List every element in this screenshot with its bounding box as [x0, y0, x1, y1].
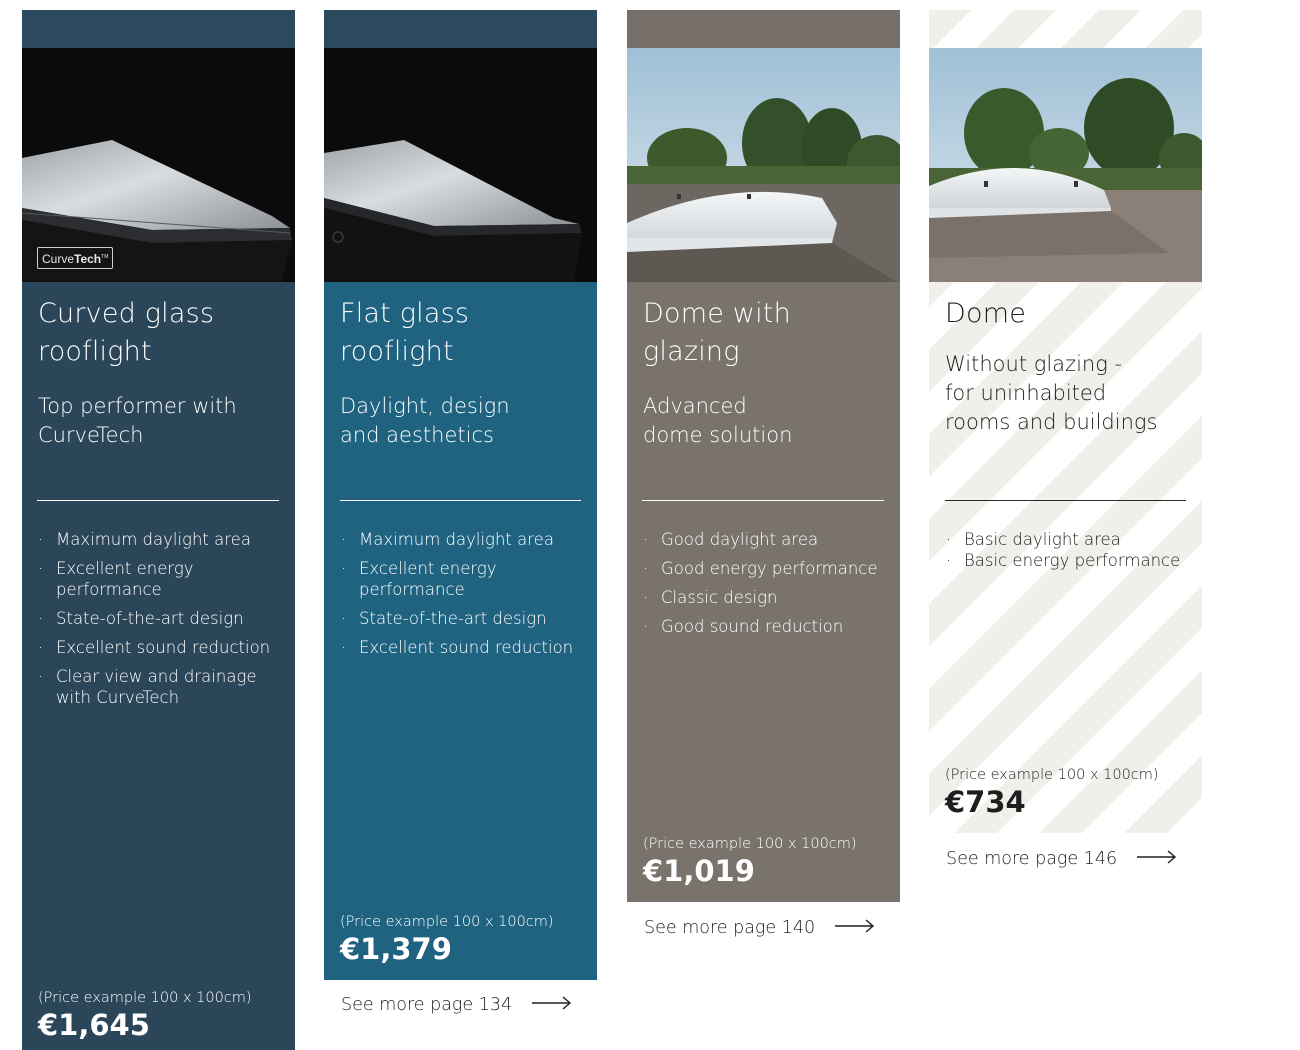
card-body: Dome Without glazing - for uninhabited r… — [929, 282, 1202, 833]
feature-item: Excellent sound reduction — [340, 637, 589, 658]
price-note: (Price example 100 x 100cm) — [945, 767, 1159, 783]
feature-item: State-of-the-art design — [340, 608, 589, 629]
arrow-right-icon — [532, 995, 572, 1015]
product-photo-dome-glazing — [627, 48, 900, 282]
product-column-curved-glass: CurveTechTM Curved glass rooflight Top p… — [22, 10, 295, 1050]
divider — [945, 500, 1186, 501]
feature-item: Good energy performance — [642, 558, 896, 579]
product-photo-flat-glass — [324, 48, 597, 282]
product-photo-curved-glass: CurveTechTM — [22, 48, 295, 282]
see-more-link[interactable]: See more page 134 — [341, 995, 572, 1015]
price-note: (Price example 100 x 100cm) — [38, 990, 252, 1006]
product-column-dome-glazing: Dome with glazing Advanced dome solution… — [627, 10, 900, 938]
product-title: Dome with glazing — [643, 298, 791, 367]
see-more-link[interactable]: See more page 146 — [946, 849, 1177, 869]
product-title: Dome — [945, 298, 1027, 329]
arrow-right-icon — [1137, 849, 1177, 869]
product-subtitle: Advanced dome solution — [643, 394, 793, 447]
feature-item: Classic design — [642, 587, 896, 608]
price-note: (Price example 100 x 100cm) — [340, 914, 554, 930]
feature-item: Good sound reduction — [642, 616, 896, 637]
feature-item: Clear view and drainage with CurveTech — [37, 666, 271, 708]
price-note: (Price example 100 x 100cm) — [643, 836, 857, 852]
product-card: Dome Without glazing - for uninhabited r… — [929, 10, 1202, 833]
product-title: Flat glass rooflight — [340, 298, 470, 367]
price: €1,645 — [38, 1008, 150, 1042]
product-subtitle: Top performer with CurveTech — [38, 394, 237, 447]
price: €734 — [945, 785, 1026, 819]
see-more-label: See more page 146 — [946, 849, 1118, 869]
card-body: Flat glass rooflight Daylight, design an… — [324, 282, 597, 980]
product-title: Curved glass rooflight — [38, 298, 215, 367]
product-card: CurveTechTM Curved glass rooflight Top p… — [22, 10, 295, 1050]
feature-item: Excellent energy performance — [37, 558, 226, 600]
see-more-link[interactable]: See more page 140 — [644, 918, 875, 938]
product-photo-dome — [929, 48, 1202, 282]
feature-list: Basic daylight area Basic energy perform… — [945, 529, 1198, 571]
curvetech-logo: CurveTechTM — [37, 247, 114, 269]
arrow-right-icon — [835, 918, 875, 938]
feature-item: Basic daylight area — [945, 529, 1198, 550]
product-subtitle: Without glazing - for uninhabited rooms … — [945, 352, 1158, 434]
divider — [340, 500, 581, 501]
see-more-label: See more page 140 — [644, 918, 816, 938]
divider — [37, 500, 279, 501]
price: €1,379 — [340, 932, 452, 966]
see-more-label: See more page 134 — [341, 995, 513, 1015]
card-top-band — [22, 10, 295, 48]
card-top-band — [929, 10, 1202, 48]
divider — [642, 500, 884, 501]
card-top-band — [627, 10, 900, 48]
feature-item: State-of-the-art design — [37, 608, 287, 629]
feature-list: Maximum daylight area Excellent energy p… — [37, 529, 287, 708]
product-card: Flat glass rooflight Daylight, design an… — [324, 10, 597, 980]
card-body: Curved glass rooflight Top performer wit… — [22, 282, 295, 1050]
feature-item: Basic energy performance — [945, 550, 1198, 571]
price: €1,019 — [643, 854, 755, 888]
feature-item: Excellent energy performance — [340, 558, 529, 600]
card-body: Dome with glazing Advanced dome solution… — [627, 282, 900, 902]
feature-item: Maximum daylight area — [37, 529, 287, 550]
product-subtitle: Daylight, design and aesthetics — [340, 394, 510, 447]
product-card: Dome with glazing Advanced dome solution… — [627, 10, 900, 902]
feature-list: Good daylight area Good energy performan… — [642, 529, 896, 637]
feature-item: Maximum daylight area — [340, 529, 589, 550]
product-column-dome: Dome Without glazing - for uninhabited r… — [929, 10, 1202, 869]
product-column-flat-glass: Flat glass rooflight Daylight, design an… — [324, 10, 597, 1015]
feature-item: Excellent sound reduction — [37, 637, 287, 658]
feature-list: Maximum daylight area Excellent energy p… — [340, 529, 589, 658]
card-top-band — [324, 10, 597, 48]
feature-item: Good daylight area — [642, 529, 896, 550]
